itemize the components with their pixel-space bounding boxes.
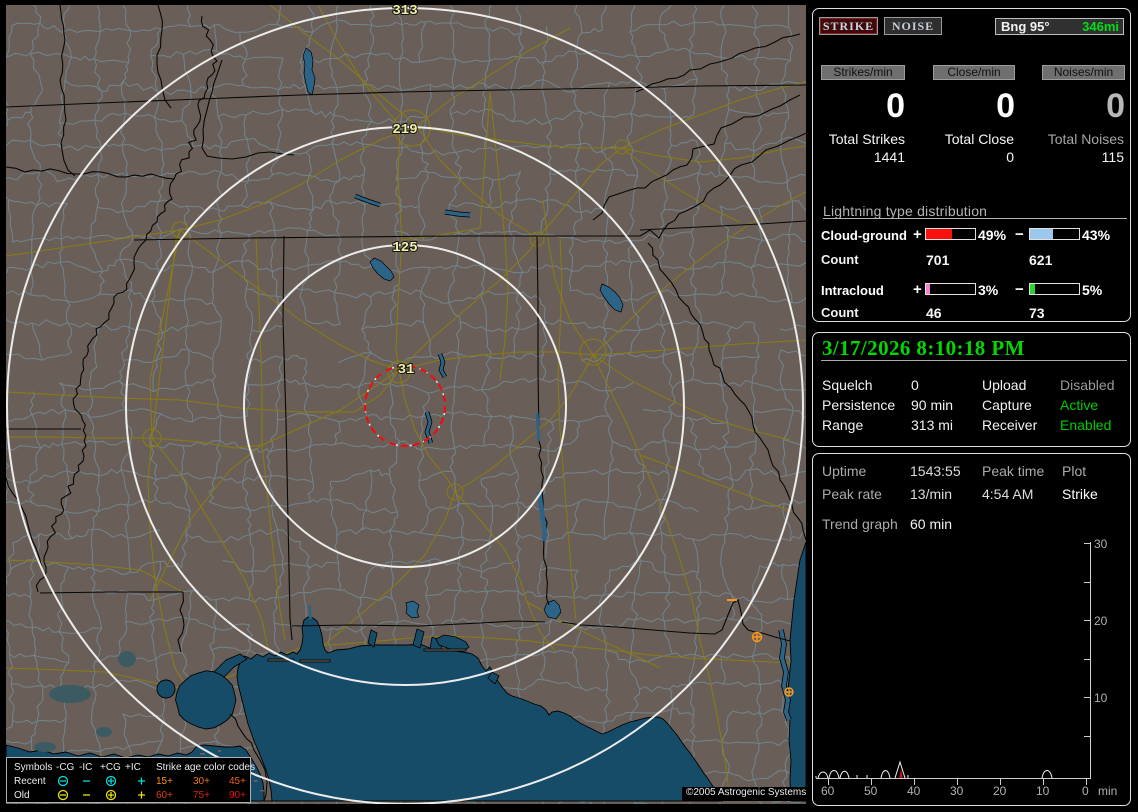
svg-text:40: 40: [907, 784, 921, 798]
svg-text:30: 30: [1094, 537, 1108, 551]
svg-text:20: 20: [993, 784, 1007, 798]
svg-text:30: 30: [950, 784, 964, 798]
svg-text:313: 313: [392, 5, 417, 19]
svg-text:125: 125: [392, 240, 417, 256]
svg-text:min: min: [1098, 784, 1117, 798]
svg-text:20: 20: [1094, 614, 1108, 628]
svg-text:0: 0: [1082, 784, 1089, 798]
svg-text:60: 60: [821, 784, 835, 798]
svg-text:31: 31: [398, 362, 415, 378]
svg-text:10: 10: [1094, 691, 1108, 705]
svg-text:50: 50: [864, 784, 878, 798]
svg-text:10: 10: [1036, 784, 1050, 798]
svg-text:219: 219: [392, 122, 417, 138]
